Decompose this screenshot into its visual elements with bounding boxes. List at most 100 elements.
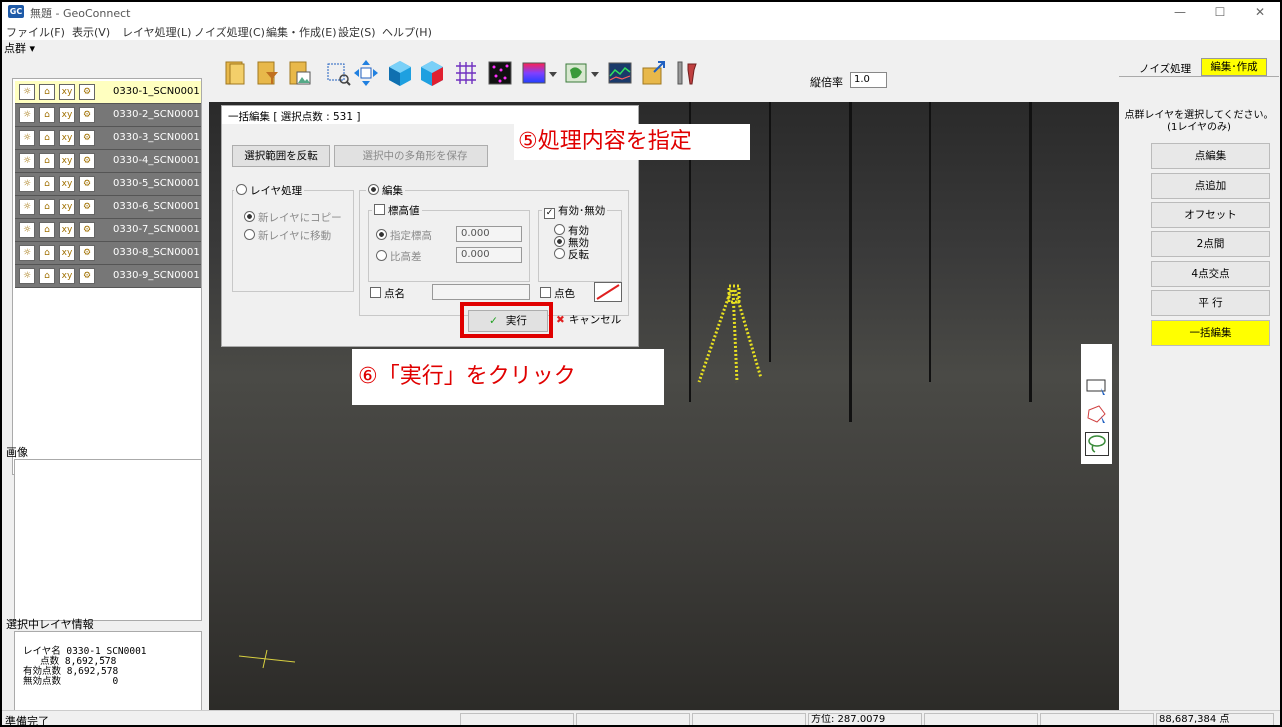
layer-row[interactable]: ☼ ⌂ xy ⚙ 0330-8_SCN0001 (15, 242, 201, 265)
lock-icon[interactable]: ⌂ (39, 130, 55, 146)
zoom-rect-icon[interactable] (324, 58, 352, 88)
layer-row[interactable]: ☼ ⌂ xy ⚙ 0330-7_SCN0001 (15, 219, 201, 242)
color-swatch-icon[interactable] (594, 282, 622, 302)
point-color-checkbox[interactable]: 点色 (540, 286, 575, 301)
dropdown-icon[interactable] (546, 58, 560, 88)
four-point-intersection-button[interactable]: 4点交点 (1151, 261, 1270, 287)
polygon-select-icon[interactable] (1085, 404, 1109, 426)
menu-noise[interactable]: ノイズ処理(C) (194, 24, 265, 40)
point-name-input[interactable] (432, 284, 530, 300)
layer-row[interactable]: ☼ ⌂ xy ⚙ 0330-4_SCN0001 (15, 150, 201, 173)
save-polygon-button[interactable]: 選択中の多角形を保存 (334, 145, 488, 167)
xyz-icon[interactable]: xy (59, 199, 75, 215)
bulb-icon[interactable]: ☼ (19, 199, 35, 215)
xyz-icon[interactable]: xy (59, 245, 75, 261)
export-icon[interactable] (640, 58, 668, 88)
bulb-icon[interactable]: ☼ (19, 130, 35, 146)
grid-icon[interactable] (452, 58, 480, 88)
bulk-edit-button[interactable]: 一括編集 (1151, 320, 1270, 346)
execute-button[interactable]: ✓ 実行 (468, 310, 548, 332)
cancel-button[interactable]: ✖ キャンセル (556, 310, 628, 330)
bulb-icon[interactable]: ☼ (19, 84, 35, 100)
lasso-select-icon[interactable] (1085, 432, 1109, 456)
edit-radio[interactable]: 編集 (366, 183, 405, 198)
pan-icon[interactable] (352, 58, 380, 88)
gear-icon[interactable]: ⚙ (79, 268, 95, 284)
bulb-icon[interactable]: ☼ (19, 222, 35, 238)
tab-noise[interactable]: ノイズ処理 (1139, 61, 1191, 76)
tab-edit-create[interactable]: 編集･作成 (1201, 58, 1267, 76)
lock-icon[interactable]: ⌂ (39, 107, 55, 123)
xyz-icon[interactable]: xy (59, 268, 75, 284)
folder-filter-icon[interactable] (254, 58, 282, 88)
lock-icon[interactable]: ⌂ (39, 245, 55, 261)
minimize-button[interactable]: — (1160, 2, 1200, 22)
height-difference-option[interactable]: 比高差 (376, 249, 422, 264)
lock-icon[interactable]: ⌂ (39, 222, 55, 238)
open-folder-icon[interactable] (222, 58, 250, 88)
gear-icon[interactable]: ⚙ (79, 199, 95, 215)
exaggeration-input[interactable]: 1.0 (850, 72, 887, 88)
layer-row[interactable]: ☼ ⌂ xy ⚙ 0330-2_SCN0001 (15, 104, 201, 127)
copy-new-layer-option[interactable]: 新レイヤにコピー (244, 210, 342, 225)
xyz-icon[interactable]: xy (59, 176, 75, 192)
layer-row[interactable]: ☼ ⌂ xy ⚙ 0330-1_SCN0001 (15, 81, 201, 104)
specified-elevation-input[interactable]: 0.000 (456, 226, 522, 242)
bulb-icon[interactable]: ☼ (19, 268, 35, 284)
xyz-icon[interactable]: xy (59, 153, 75, 169)
invert-selection-button[interactable]: 選択範囲を反転 (232, 145, 330, 167)
point-name-checkbox[interactable]: 点名 (370, 286, 405, 301)
lock-icon[interactable]: ⌂ (39, 199, 55, 215)
menu-edit[interactable]: 編集・作成(E) (266, 24, 337, 40)
menu-file[interactable]: ファイル(F) (6, 24, 65, 40)
lock-icon[interactable]: ⌂ (39, 176, 55, 192)
lock-icon[interactable]: ⌂ (39, 84, 55, 100)
invert-option[interactable]: 反転 (554, 247, 589, 262)
gear-icon[interactable]: ⚙ (79, 153, 95, 169)
elevation-checkbox[interactable]: 標高値 (372, 203, 422, 218)
xyz-icon[interactable]: xy (59, 130, 75, 146)
bulb-icon[interactable]: ☼ (19, 245, 35, 261)
xyz-icon[interactable]: xy (59, 84, 75, 100)
profile-icon[interactable] (606, 58, 634, 88)
layer-process-radio[interactable]: レイヤ処理 (234, 183, 305, 198)
rect-select-icon[interactable] (1085, 376, 1109, 398)
validity-checkbox[interactable]: ✓ 有効･無効 (542, 203, 608, 219)
menu-layer[interactable]: レイヤ処理(L) (122, 24, 191, 40)
point-edit-button[interactable]: 点編集 (1151, 143, 1270, 169)
xyz-icon[interactable]: xy (59, 222, 75, 238)
layer-row[interactable]: ☼ ⌂ xy ⚙ 0330-6_SCN0001 (15, 196, 201, 219)
map-icon[interactable] (562, 58, 590, 88)
layer-row[interactable]: ☼ ⌂ xy ⚙ 0330-9_SCN0001 (15, 265, 201, 288)
cube-red-icon[interactable] (418, 58, 446, 88)
menu-help[interactable]: ヘルプ(H) (382, 24, 432, 40)
menu-settings[interactable]: 設定(S) (338, 24, 376, 40)
cube-view-icon[interactable] (386, 58, 414, 88)
menu-view[interactable]: 表示(V) (72, 24, 110, 40)
maximize-button[interactable]: ☐ (1200, 2, 1240, 22)
gear-icon[interactable]: ⚙ (79, 84, 95, 100)
gear-icon[interactable]: ⚙ (79, 107, 95, 123)
points-display-icon[interactable] (486, 58, 514, 88)
close-button[interactable]: ✕ (1240, 2, 1280, 22)
tools-icon[interactable] (672, 58, 700, 88)
lock-icon[interactable]: ⌂ (39, 268, 55, 284)
specified-elevation-option[interactable]: 指定標高 (376, 228, 432, 243)
bulb-icon[interactable]: ☼ (19, 176, 35, 192)
folder-image-icon[interactable] (286, 58, 314, 88)
gear-icon[interactable]: ⚙ (79, 245, 95, 261)
lock-icon[interactable]: ⌂ (39, 153, 55, 169)
gear-icon[interactable]: ⚙ (79, 130, 95, 146)
pointcloud-dropdown[interactable]: 点群 ▾ (4, 40, 35, 56)
point-add-button[interactable]: 点追加 (1151, 173, 1270, 199)
parallel-button[interactable]: 平 行 (1151, 290, 1270, 316)
dropdown-icon[interactable] (588, 58, 602, 88)
layer-row[interactable]: ☼ ⌂ xy ⚙ 0330-5_SCN0001 (15, 173, 201, 196)
gear-icon[interactable]: ⚙ (79, 222, 95, 238)
xyz-icon[interactable]: xy (59, 107, 75, 123)
height-difference-input[interactable]: 0.000 (456, 247, 522, 263)
two-point-button[interactable]: 2点間 (1151, 231, 1270, 257)
offset-button[interactable]: オフセット (1151, 202, 1270, 228)
gear-icon[interactable]: ⚙ (79, 176, 95, 192)
bulb-icon[interactable]: ☼ (19, 153, 35, 169)
